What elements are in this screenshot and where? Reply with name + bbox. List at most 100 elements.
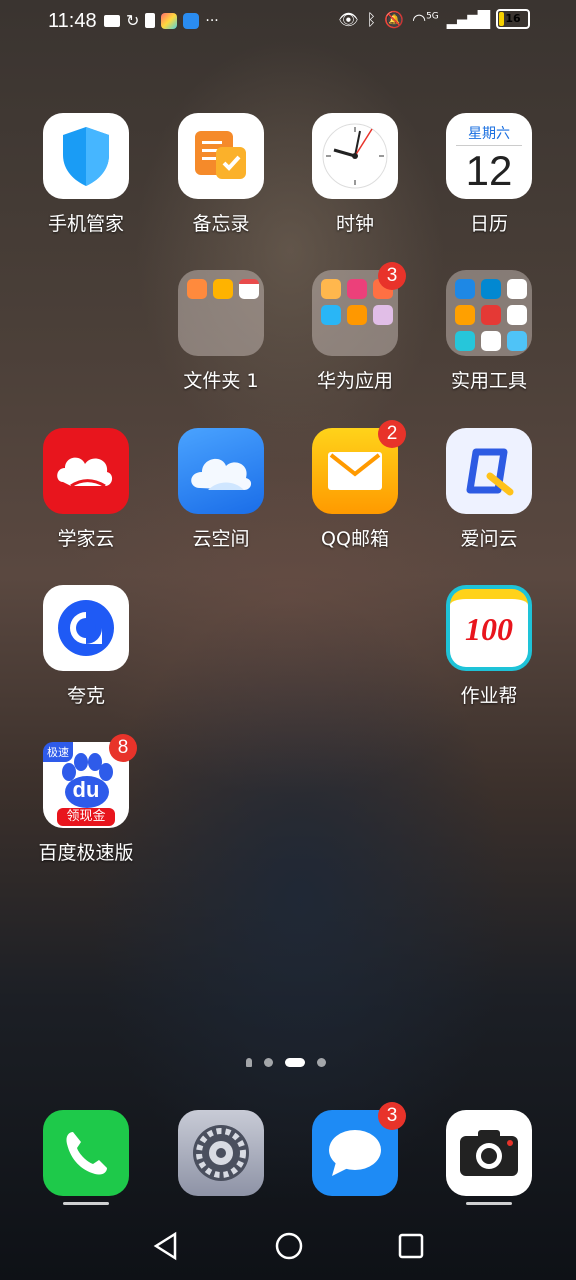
folder-app-icon xyxy=(321,279,341,299)
page-indicator[interactable] xyxy=(246,1058,326,1067)
calendar-icon: 星期六 12 xyxy=(446,113,532,199)
gear-icon xyxy=(178,1110,264,1196)
app-quark[interactable]: 夸克 xyxy=(26,585,146,708)
app-label: 华为应用 xyxy=(316,370,393,392)
dock-phone[interactable] xyxy=(26,1110,146,1205)
home-page-indicator-icon xyxy=(246,1058,252,1067)
app-cloud-space[interactable]: 云空间 xyxy=(161,428,281,551)
video-camera-icon xyxy=(104,14,120,27)
phone-icon xyxy=(43,1110,129,1196)
folder-app-icon xyxy=(481,331,501,351)
folder-1[interactable]: 文件夹 1 xyxy=(161,270,281,393)
notification-icons: ↻ ··· xyxy=(104,11,219,30)
cloud-icon xyxy=(178,428,264,514)
app-phone-manager[interactable]: 手机管家 xyxy=(26,113,146,236)
folder-app-icon xyxy=(187,279,207,299)
more-icon: ··· xyxy=(205,12,219,29)
folder-app-icon xyxy=(481,305,501,325)
app-zuoyebang[interactable]: 100 作业帮 xyxy=(429,585,549,708)
notification-badge: 2 xyxy=(378,420,406,448)
calendar-weekday: 星期六 xyxy=(468,126,510,142)
wifi-icon: ◠5G xyxy=(412,9,439,29)
network-label: 5G xyxy=(426,11,439,22)
app-label: QQ邮箱 xyxy=(321,528,389,550)
signal-icon: ▂▄▆█ xyxy=(446,9,490,29)
clock-icon xyxy=(312,113,398,199)
notification-badge: 3 xyxy=(378,262,406,290)
app-label: 云空间 xyxy=(192,528,250,550)
folder-app-icon xyxy=(347,279,367,299)
zuoyebang-icon: 100 xyxy=(446,585,532,671)
app-calendar[interactable]: 星期六 12 日历 xyxy=(429,113,549,236)
chat-notification-icon xyxy=(183,12,200,29)
alert-icon xyxy=(145,13,156,28)
app-label: 备忘录 xyxy=(192,213,250,235)
app-label: 手机管家 xyxy=(47,213,124,235)
dock-camera[interactable] xyxy=(429,1110,549,1205)
folder-icon: 3 xyxy=(312,262,406,356)
page-dot-active xyxy=(285,1058,305,1067)
folder-app-icon xyxy=(321,305,341,325)
folder-app-icon xyxy=(347,305,367,325)
home-button[interactable] xyxy=(274,1231,304,1265)
dock-messages[interactable]: 3 xyxy=(295,1102,415,1196)
folder-huawei-apps[interactable]: 3 华为应用 xyxy=(295,262,415,393)
status-bar: 11:48 ↻ ··· 👁 ᛒ 🔕 ◠5G ▂▄▆█ 16 xyxy=(0,0,576,42)
battery-level: 16 xyxy=(505,12,521,25)
quark-icon xyxy=(43,585,129,671)
app-label: 爱问云 xyxy=(460,528,518,550)
app-baidu-lite[interactable]: du 极速 领现金 8 百度极速版 xyxy=(26,734,146,865)
folder-app-icon xyxy=(507,279,527,299)
dock-settings[interactable] xyxy=(161,1110,281,1196)
baidu-du-text: du xyxy=(72,777,100,802)
folder-icon xyxy=(446,270,532,356)
app-label: 百度极速版 xyxy=(38,842,134,864)
dock-underline xyxy=(466,1202,512,1205)
notification-badge: 8 xyxy=(109,734,137,762)
app-memo[interactable]: 备忘录 xyxy=(161,113,281,236)
recents-button[interactable] xyxy=(398,1231,424,1265)
eye-icon: 👁 xyxy=(338,9,359,29)
folder-app-icon xyxy=(507,331,527,351)
folder-icon xyxy=(178,270,264,356)
folder-app-icon xyxy=(455,279,475,299)
cloud-heart-icon xyxy=(43,428,129,514)
status-time: 11:48 xyxy=(48,10,97,32)
folder-app-icon xyxy=(239,279,259,299)
app-label: 时钟 xyxy=(335,213,374,235)
tag-bottom: 领现金 xyxy=(57,808,115,826)
mail-icon: 2 xyxy=(312,420,406,514)
app-label: 夸克 xyxy=(66,685,105,707)
app-clock[interactable]: 时钟 xyxy=(295,113,415,236)
app-label: 作业帮 xyxy=(460,685,518,707)
app-xuejiayun[interactable]: 学家云 xyxy=(26,428,146,551)
app-aiwenyun[interactable]: 爱问云 xyxy=(429,428,549,551)
shield-icon xyxy=(43,113,129,199)
folder-app-icon xyxy=(213,279,233,299)
status-right-icons: 👁 ᛒ 🔕 ◠5G ▂▄▆█ 16 xyxy=(338,9,530,29)
folder-app-icon xyxy=(507,305,527,325)
app-label: 日历 xyxy=(469,213,508,235)
folder-app-icon xyxy=(455,305,475,325)
back-button[interactable] xyxy=(152,1231,178,1265)
battery-fill xyxy=(499,12,504,26)
tag-top: 极速 xyxy=(43,742,73,762)
app-qq-mail[interactable]: 2 QQ邮箱 xyxy=(295,420,415,551)
folder-app-icon xyxy=(455,331,475,351)
aiwenyun-icon xyxy=(446,428,532,514)
bluetooth-icon: ᛒ xyxy=(366,9,377,29)
folder-tools[interactable]: 实用工具 xyxy=(429,270,549,393)
memo-icon xyxy=(178,113,264,199)
dock-underline xyxy=(63,1202,109,1205)
calendar-divider xyxy=(456,145,522,146)
baidu-paw-icon: du 极速 领现金 8 xyxy=(43,734,137,828)
page-dot xyxy=(317,1058,326,1067)
sync-icon: ↻ xyxy=(126,11,140,30)
app-label: 学家云 xyxy=(57,528,115,550)
message-bubble-icon: 3 xyxy=(312,1102,406,1196)
page-dot xyxy=(264,1058,273,1067)
camera-icon xyxy=(446,1110,532,1196)
folder-app-icon xyxy=(373,305,393,325)
navigation-bar xyxy=(0,1215,576,1280)
battery-indicator: 16 xyxy=(496,9,530,29)
